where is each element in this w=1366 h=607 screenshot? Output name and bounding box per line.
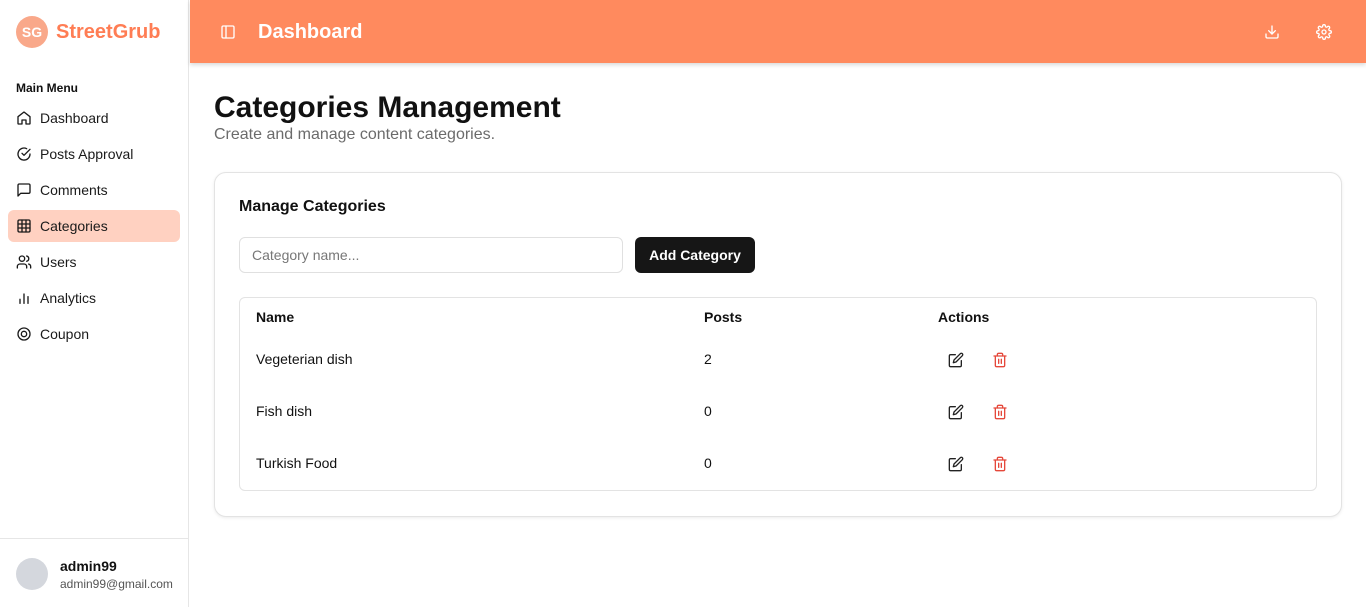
users-icon — [16, 255, 32, 269]
sidebar-item-label: Comments — [40, 182, 108, 198]
settings-icon[interactable] — [1316, 24, 1332, 40]
category-posts: 0 — [704, 455, 712, 471]
page-header: Categories Management Create and manage … — [214, 90, 561, 144]
avatar — [16, 558, 48, 590]
check-circle-icon — [17, 147, 31, 161]
table-row: Turkish Food 0 — [240, 438, 1316, 490]
category-name: Turkish Food — [256, 455, 338, 471]
sidebar-toggle-icon[interactable] — [220, 24, 236, 40]
category-name-input[interactable] — [239, 237, 623, 273]
sidebar: SG StreetGrub Main Menu Dashboard Posts … — [0, 0, 189, 607]
table-row: Fish dish 0 — [240, 386, 1316, 438]
message-square-icon — [17, 183, 31, 197]
sidebar-item-categories[interactable]: Categories — [8, 210, 180, 242]
category-name: Vegeterian dish — [256, 351, 353, 367]
edit-icon — [948, 456, 964, 472]
edit-icon — [948, 352, 964, 368]
sidebar-item-label: Analytics — [40, 290, 97, 306]
user-name: admin99 — [60, 558, 117, 574]
category-posts: 0 — [704, 403, 712, 419]
page-subtitle: Create and manage content categories. — [214, 126, 496, 143]
page-title: Categories Management — [214, 91, 561, 124]
category-posts: 2 — [704, 351, 712, 367]
trash-icon — [993, 352, 1007, 368]
sidebar-item-posts-approval[interactable]: Posts Approval — [8, 138, 180, 170]
edit-icon — [948, 404, 964, 420]
edit-button[interactable] — [944, 348, 968, 372]
categories-table: Name Posts Actions Vegeterian dish 2 Fis… — [239, 297, 1317, 491]
brand-logo: SG — [16, 16, 48, 48]
delete-button[interactable] — [988, 400, 1012, 424]
grid-icon — [17, 219, 31, 233]
manage-categories-card: Manage Categories Add Category Name Post… — [214, 172, 1342, 517]
delete-button[interactable] — [988, 348, 1012, 372]
trash-icon — [993, 404, 1007, 420]
menu-title: Main Menu — [16, 81, 78, 95]
sidebar-item-label: Posts Approval — [40, 146, 134, 162]
bar-chart-icon — [19, 293, 29, 304]
edit-button[interactable] — [944, 452, 968, 476]
user-profile[interactable]: admin99 admin99@gmail.com — [0, 538, 189, 607]
brand-name: StreetGrub — [56, 20, 161, 43]
brand[interactable]: SG StreetGrub — [16, 16, 160, 48]
sidebar-item-comments[interactable]: Comments — [8, 174, 180, 206]
card-title: Manage Categories — [239, 198, 386, 215]
sidebar-menu: Dashboard Posts Approval Comments Catego… — [8, 102, 180, 354]
delete-button[interactable] — [988, 452, 1012, 476]
target-icon — [17, 327, 31, 341]
table-row: Vegeterian dish 2 — [240, 334, 1316, 386]
column-header-actions: Actions — [938, 309, 990, 325]
sidebar-item-coupon[interactable]: Coupon — [8, 318, 180, 350]
category-name: Fish dish — [256, 403, 313, 419]
sidebar-item-label: Dashboard — [40, 110, 109, 126]
sidebar-item-analytics[interactable]: Analytics — [8, 282, 180, 314]
top-bar: Dashboard — [190, 0, 1366, 63]
column-header-posts: Posts — [704, 309, 743, 325]
sidebar-item-label: Users — [40, 254, 77, 270]
sidebar-item-dashboard[interactable]: Dashboard — [8, 102, 180, 134]
edit-button[interactable] — [944, 400, 968, 424]
user-email: admin99@gmail.com — [60, 577, 173, 591]
sidebar-item-label: Categories — [40, 218, 108, 234]
sidebar-item-label: Coupon — [40, 326, 90, 342]
column-header-name: Name — [256, 309, 295, 325]
home-icon — [17, 111, 31, 125]
add-category-button[interactable]: Add Category — [635, 237, 755, 273]
trash-icon — [993, 456, 1007, 472]
topbar-title: Dashboard — [258, 21, 363, 43]
sidebar-item-users[interactable]: Users — [8, 246, 180, 278]
download-icon[interactable] — [1264, 24, 1280, 40]
